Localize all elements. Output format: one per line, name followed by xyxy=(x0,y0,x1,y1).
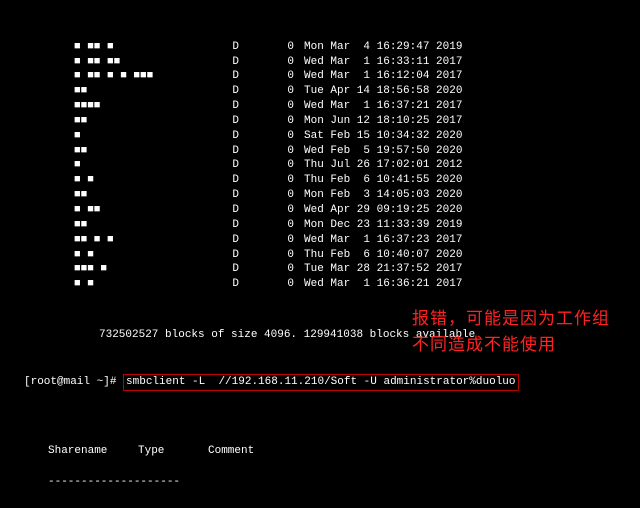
dir-row: ■ ■■ ■D0Mon Mar 4 16:29:47 2019 xyxy=(74,40,616,55)
dir-row: ■ ■D0Thu Feb 6 10:41:55 2020 xyxy=(74,173,616,188)
dir-row: ■■D0Tue Apr 14 18:56:58 2020 xyxy=(74,84,616,99)
terminal-output: ■ ■■ ■D0Mon Mar 4 16:29:47 2019■ ■■ ■■D0… xyxy=(24,10,616,484)
dir-row: ■ ■■D0Wed Apr 29 09:19:25 2020 xyxy=(74,203,616,218)
dir-row: ■■D0Mon Dec 23 11:33:39 2019 xyxy=(74,218,616,233)
dir-row: ■ ■■ ■ ■ ■■■D0Wed Mar 1 16:12:04 2017 xyxy=(74,69,616,84)
dir-row: ■D0Thu Jul 26 17:02:01 2012 xyxy=(74,158,616,173)
dir-row: ■ ■■ ■■D0Wed Mar 1 16:33:11 2017 xyxy=(74,55,616,70)
dir-row: ■■D0Wed Feb 5 19:57:50 2020 xyxy=(74,144,616,159)
dir-row: ■■D0Mon Feb 3 14:05:03 2020 xyxy=(74,188,616,203)
dir-row: ■■■ ■D0Tue Mar 28 21:37:52 2017 xyxy=(74,262,616,277)
dir-row: ■D0Sat Feb 15 10:34:32 2020 xyxy=(74,129,616,144)
dir-row: ■■ ■ ■D0Wed Mar 1 16:37:23 2017 xyxy=(74,233,616,248)
dir-row: ■■D0Mon Jun 12 18:10:25 2017 xyxy=(74,114,616,129)
highlighted-command-1: smbclient -L //192.168.11.210/Soft -U ad… xyxy=(123,374,518,391)
annotation-text: 报错，可能是因为工作组 不同造成不能使用 xyxy=(412,306,610,357)
dir-row: ■ ■D0Wed Mar 1 16:36:21 2017 xyxy=(74,277,616,292)
prompt-line-1[interactable]: [root@mail ~]# smbclient -L //192.168.11… xyxy=(24,374,616,391)
dir-row: ■■■■D0Wed Mar 1 16:37:21 2017 xyxy=(74,99,616,114)
dir-row: ■ ■D0Thu Feb 6 10:40:07 2020 xyxy=(74,248,616,263)
